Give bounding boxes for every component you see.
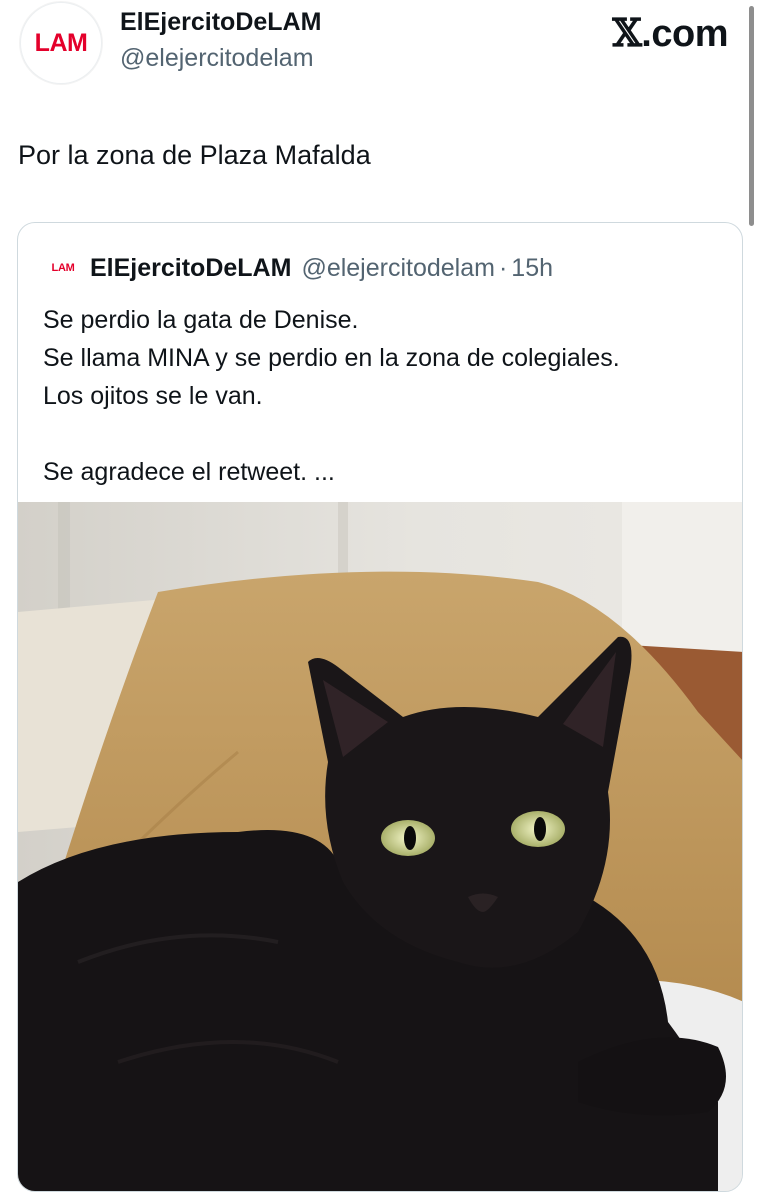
tweet-text: Por la zona de Plaza Mafalda bbox=[18, 140, 371, 170]
quoted-text-line: Se agradece el retweet. ... bbox=[43, 458, 335, 486]
quoted-handle[interactable]: @elejercitodelam bbox=[301, 254, 495, 283]
x-logo: 𝕏.com bbox=[612, 10, 728, 56]
quoted-tweet-card[interactable]: LAM ElEjercitoDeLAM @elejercitodelam · 1… bbox=[17, 222, 743, 1192]
quoted-text-line bbox=[43, 415, 620, 453]
quoted-text-line: Los ojitos se le van. bbox=[43, 382, 263, 410]
quoted-tweet-text: Se perdio la gata de Denise. Se llama MI… bbox=[43, 301, 620, 491]
quoted-avatar-logo-text: LAM bbox=[51, 262, 75, 274]
quoted-separator: · bbox=[498, 253, 508, 282]
author-handle[interactable]: @elejercitodelam bbox=[120, 44, 314, 73]
avatar[interactable]: LAM bbox=[20, 2, 102, 84]
cat-photo-illustration bbox=[18, 502, 742, 1191]
author-display-name[interactable]: ElEjercitoDeLAM bbox=[120, 8, 321, 37]
quoted-avatar[interactable]: LAM bbox=[46, 251, 80, 285]
quoted-tweet-header: LAM ElEjercitoDeLAM @elejercitodelam · 1… bbox=[46, 253, 553, 283]
x-icon: 𝕏 bbox=[612, 10, 642, 55]
tweet-header: LAM ElEjercitoDeLAM @elejercitodelam 𝕏.c… bbox=[0, 0, 760, 100]
avatar-logo-text: LAM bbox=[34, 28, 88, 57]
scrollbar[interactable] bbox=[749, 6, 754, 226]
quoted-display-name[interactable]: ElEjercitoDeLAM bbox=[90, 254, 291, 283]
quoted-text-line: Se llama MINA y se perdio en la zona de … bbox=[43, 344, 620, 372]
quoted-timestamp[interactable]: 15h bbox=[511, 254, 553, 283]
site-domain: .com bbox=[641, 13, 728, 55]
cat-photo[interactable] bbox=[18, 502, 742, 1191]
quoted-text-line: Se perdio la gata de Denise. bbox=[43, 306, 359, 334]
